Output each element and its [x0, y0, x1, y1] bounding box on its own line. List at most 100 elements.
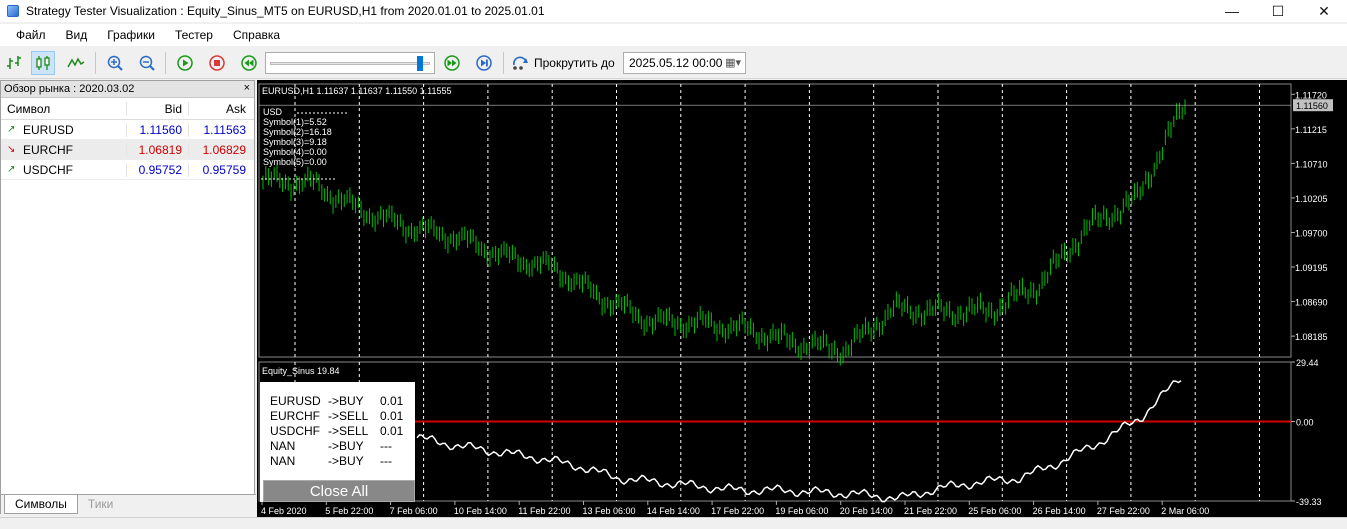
table-row[interactable]: ↗ EURUSD 1.11560 1.11563	[1, 120, 254, 140]
main-plot-frame	[258, 83, 1292, 358]
panel-row: NAN ->BUY ---	[270, 454, 415, 469]
x-tick-label: 19 Feb 06:00	[775, 506, 828, 516]
panel-symbol: EURCHF	[270, 409, 320, 423]
x-tick-label: 13 Feb 06:00	[583, 506, 636, 516]
bid-price-label: 1.11560	[1296, 101, 1328, 111]
app-icon	[7, 5, 19, 17]
status-bar	[0, 517, 1347, 529]
x-tick-label: 4 Feb 2020	[261, 506, 307, 516]
market-watch-title: Обзор рынка : 2020.03.02 ×	[1, 81, 254, 98]
y-tick-label: 1.10710	[1295, 159, 1328, 169]
panel-row: NAN ->BUY ---	[270, 439, 415, 454]
main-chart-title: EURUSD,H1 1.11637 1.11637 1.11550 1.1155…	[262, 86, 451, 96]
y-tick-label: 1.08690	[1295, 298, 1328, 308]
y-tick-label: -39.33	[1296, 497, 1322, 507]
x-tick-label: 20 Feb 14:00	[840, 506, 893, 516]
menu-charts[interactable]: Графики	[97, 28, 165, 42]
panel-volume: 0.01	[380, 409, 404, 423]
x-tick-label: 10 Feb 14:00	[454, 506, 507, 516]
trend-down-icon: ↘	[7, 144, 16, 155]
table-row[interactable]: ↗ USDCHF 0.95752 0.95759	[1, 160, 254, 180]
header-symbol[interactable]: Символ	[1, 102, 126, 116]
zoom-out-icon[interactable]	[135, 51, 159, 75]
x-tick-label: 25 Feb 06:00	[968, 506, 1021, 516]
play-icon[interactable]	[173, 51, 197, 75]
panel-symbol: EURUSD	[270, 394, 321, 408]
market-watch-header: Символ Bid Ask	[1, 98, 254, 120]
panel-action: ->BUY	[328, 394, 364, 408]
info-line: Symbol(5)=0.00	[263, 157, 327, 167]
scroll-date-value: 2025.05.12 00:00	[629, 56, 723, 70]
menu-view[interactable]: Вид	[56, 28, 98, 42]
skip-to-end-icon[interactable]	[472, 51, 496, 75]
bar-chart-icon[interactable]	[3, 51, 27, 75]
menu-bar: Файл Вид Графики Тестер Справка	[0, 24, 1347, 46]
x-tick-label: 2 Mar 06:00	[1161, 506, 1209, 516]
panel-volume: ---	[380, 439, 392, 453]
scroll-to-label: Прокрутить до	[534, 56, 615, 70]
menu-file[interactable]: Файл	[6, 28, 56, 42]
scroll-date-input[interactable]: 2025.05.12 00:00 ▦▾	[623, 52, 746, 74]
fast-forward-icon[interactable]	[440, 51, 464, 75]
panel-volume: ---	[380, 454, 392, 468]
table-row[interactable]: ↘ EURCHF 1.06819 1.06829	[1, 140, 254, 160]
chart-canvas[interactable]: 1.115601.11720 1.11215 1.10710 1.10205 1.097…	[257, 80, 1347, 517]
x-tick-label: 5 Feb 22:00	[325, 506, 373, 516]
close-all-button[interactable]: Close All	[263, 480, 415, 502]
rewind-icon[interactable]	[237, 51, 261, 75]
panel-row: EURCHF ->SELL 0.01	[270, 409, 415, 424]
info-line: USD	[263, 107, 283, 117]
tab-symbols[interactable]: Символы	[4, 495, 78, 514]
panel-action: ->SELL	[328, 424, 369, 438]
speed-slider[interactable]	[265, 52, 435, 74]
info-line: Symbol(4)=0.00	[263, 147, 327, 157]
close-button[interactable]: ✕	[1301, 0, 1347, 22]
panel-volume: 0.01	[380, 424, 404, 438]
close-icon[interactable]: ×	[244, 82, 250, 94]
candlestick-chart-icon[interactable]	[31, 51, 55, 75]
calendar-dropdown-icon[interactable]: ▦▾	[725, 56, 741, 69]
market-watch-panel: Обзор рынка : 2020.03.02 × Символ Bid As…	[0, 80, 256, 514]
panel-row: USDCHF ->SELL 0.01	[270, 424, 415, 439]
y-tick-label: 1.08185	[1295, 332, 1328, 342]
x-tick-label: 7 Feb 06:00	[390, 506, 438, 516]
minimize-button[interactable]: —	[1209, 0, 1255, 22]
info-line: Symbol(3)=9.18	[263, 137, 327, 147]
chart-window[interactable]: 1.11560 1.11720 1.11215 1.10710 1.10205 1.097…	[257, 80, 1347, 517]
zoom-in-icon[interactable]	[103, 51, 127, 75]
stop-icon[interactable]	[205, 51, 229, 75]
panel-action: ->BUY	[328, 454, 364, 468]
equity-chart-title: Equity_Sinus 19.84	[262, 366, 340, 376]
panel-row: EURUSD ->BUY 0.01	[270, 394, 415, 409]
panel-symbol: NAN	[270, 439, 296, 453]
y-tick-label: 29.44	[1296, 358, 1319, 368]
market-watch-tabs: Символы Тики	[1, 494, 256, 514]
y-tick-label: 1.10205	[1295, 194, 1328, 204]
scroll-to-icon[interactable]	[509, 51, 533, 75]
x-tick-label: 21 Feb 22:00	[904, 506, 957, 516]
trade-panel: EURUSD ->BUY 0.01 EURCHF ->SELL 0.01 USDCHF ->S…	[260, 382, 415, 502]
x-tick-label: 26 Feb 14:00	[1033, 506, 1086, 516]
panel-symbol: NAN	[270, 454, 296, 468]
y-tick-label: 1.11720	[1295, 90, 1327, 100]
maximize-button[interactable]: ☐	[1255, 0, 1301, 22]
trend-up-icon: ↗	[7, 164, 16, 175]
trend-up-icon: ↗	[7, 124, 16, 135]
panel-action: ->BUY	[328, 439, 364, 453]
title-bar: Strategy Tester Visualization : Equity_S…	[0, 0, 1347, 22]
header-bid[interactable]: Bid	[126, 101, 188, 116]
y-tick-label: 0.00	[1296, 418, 1314, 428]
panel-action: ->SELL	[328, 409, 369, 423]
speed-slider-thumb[interactable]	[416, 56, 423, 71]
x-tick-label: 14 Feb 14:00	[647, 506, 700, 516]
menu-tester[interactable]: Тестер	[165, 28, 223, 42]
panel-symbol: USDCHF	[270, 424, 320, 438]
menu-help[interactable]: Справка	[223, 28, 290, 42]
window-title: Strategy Tester Visualization : Equity_S…	[26, 4, 545, 18]
panel-volume: 0.01	[380, 394, 404, 408]
info-line: Symbol(2)=16.18	[263, 127, 332, 137]
line-chart-icon[interactable]	[64, 51, 88, 75]
y-tick-label: 1.11215	[1295, 125, 1327, 135]
header-ask[interactable]: Ask	[188, 101, 254, 116]
tab-ticks[interactable]: Тики	[78, 495, 123, 514]
